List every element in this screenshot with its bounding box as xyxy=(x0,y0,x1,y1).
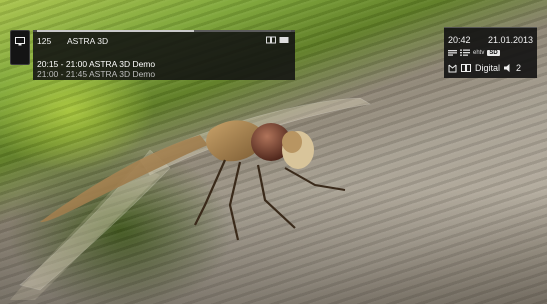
signal-row: Digital 2 xyxy=(448,63,521,73)
tv-screen: 125 ASTRA 3D 20:15 - 21:00 ASTRA 3D Demo… xyxy=(0,0,547,304)
channel-infobar: 125 ASTRA 3D 20:15 - 21:00 ASTRA 3D Demo… xyxy=(33,30,295,80)
epg-icon: ehtv xyxy=(473,49,485,56)
current-date: 21.01.2013 xyxy=(487,35,533,45)
audio-channel-count: 2 xyxy=(516,63,522,73)
channel-name: ASTRA 3D xyxy=(67,36,109,46)
side-menu-tab[interactable] xyxy=(10,30,30,65)
programme-progress-fill xyxy=(37,30,195,32)
monitor-icon xyxy=(15,37,25,46)
signal-label: Digital xyxy=(475,63,501,73)
clock-time: 20:42 xyxy=(448,35,471,45)
channel-number: 125 xyxy=(37,36,52,46)
status-panel: 20:42 21.01.2013 ehtv SD Digital 2 xyxy=(444,27,537,78)
speaker-icon xyxy=(504,64,510,72)
3d-format-icon xyxy=(266,36,276,44)
status-icons-row: ehtv SD xyxy=(448,49,500,56)
antenna-icon xyxy=(448,64,457,72)
next-programme: 21:00 - 21:45 ASTRA 3D Demo xyxy=(37,69,156,79)
dolby-icon xyxy=(461,64,471,72)
infobar-icons xyxy=(266,36,289,44)
list-icon xyxy=(460,49,470,56)
current-programme: 20:15 - 21:00 ASTRA 3D Demo xyxy=(37,59,156,69)
tv-icon xyxy=(279,36,289,44)
sd-badge: SD xyxy=(487,49,500,56)
programme-progress-track xyxy=(37,30,291,32)
subtitles-icon xyxy=(448,50,457,56)
